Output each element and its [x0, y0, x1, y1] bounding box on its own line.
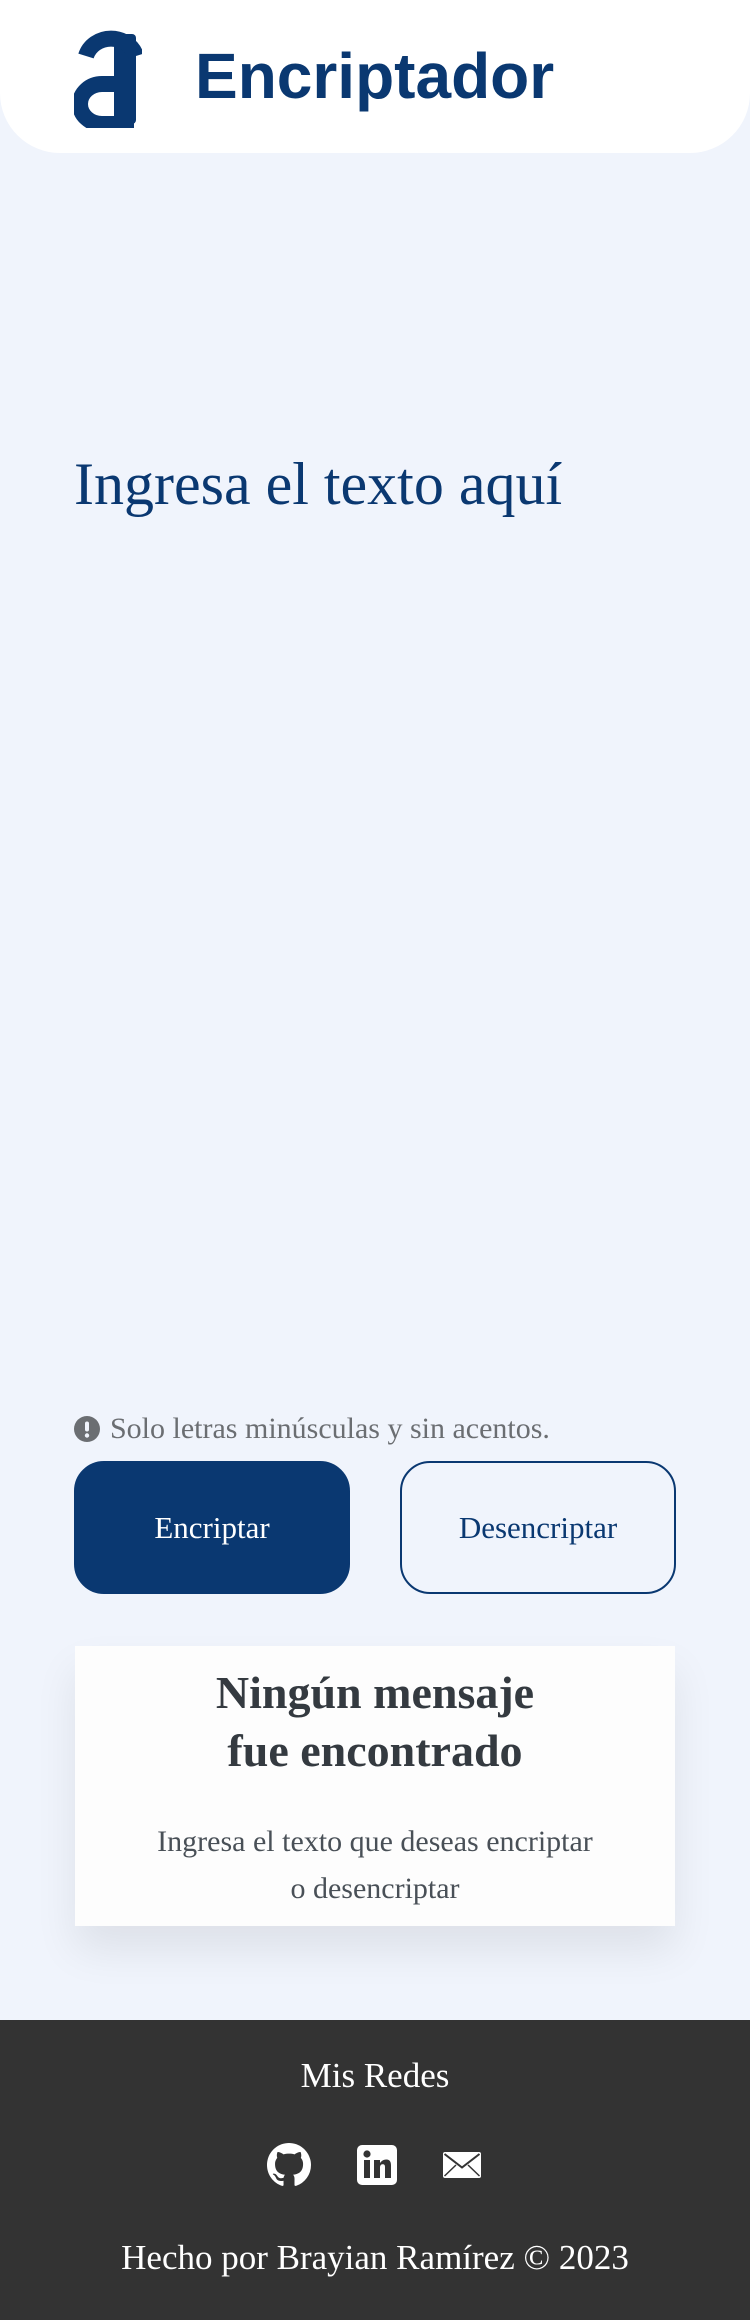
mail-link[interactable]: [440, 2143, 484, 2187]
encrypt-button[interactable]: Encriptar: [74, 1461, 350, 1594]
github-link[interactable]: [267, 2143, 311, 2187]
github-icon: [267, 2143, 311, 2186]
site-header: Encriptador: [0, 0, 750, 153]
empty-state-description: Ingresa el texto que deseas encriptar o …: [75, 1818, 675, 1912]
empty-state-desc-line1: Ingresa el texto que deseas encriptar: [157, 1825, 593, 1858]
output-panel: Ningún mensaje fue encontrado Ingresa el…: [75, 1646, 675, 1926]
brand-title: Encriptador: [195, 40, 555, 112]
message-input[interactable]: [74, 430, 676, 1390]
empty-state-title-line1: Ningún mensaje: [215, 1667, 535, 1718]
hint-text: Solo letras minúsculas y sin acentos.: [110, 1412, 550, 1445]
site-footer: Mis Redes Hecho por Brayian Ramírez © 20…: [0, 2020, 750, 2320]
mail-icon: [443, 2152, 481, 2178]
decrypt-button[interactable]: Desencriptar: [400, 1461, 676, 1594]
exclamation-circle-icon: [74, 1416, 100, 1442]
input-hint: Solo letras minúsculas y sin acentos.: [74, 1411, 550, 1447]
empty-state-desc-line2: o desencriptar: [290, 1872, 460, 1905]
linkedin-icon: [357, 2145, 397, 2185]
empty-state-title-line2: fue encontrado: [227, 1725, 523, 1776]
footer-title: Mis Redes: [300, 2056, 450, 2095]
linkedin-link[interactable]: [355, 2143, 399, 2187]
page: Encriptador Solo letras minúsculas y sin…: [0, 0, 750, 2320]
alura-a-logo-icon: [74, 30, 142, 128]
footer-credit: Hecho por Brayian Ramírez © 2023: [121, 2238, 629, 2277]
empty-state-title: Ningún mensaje fue encontrado: [75, 1664, 675, 1780]
